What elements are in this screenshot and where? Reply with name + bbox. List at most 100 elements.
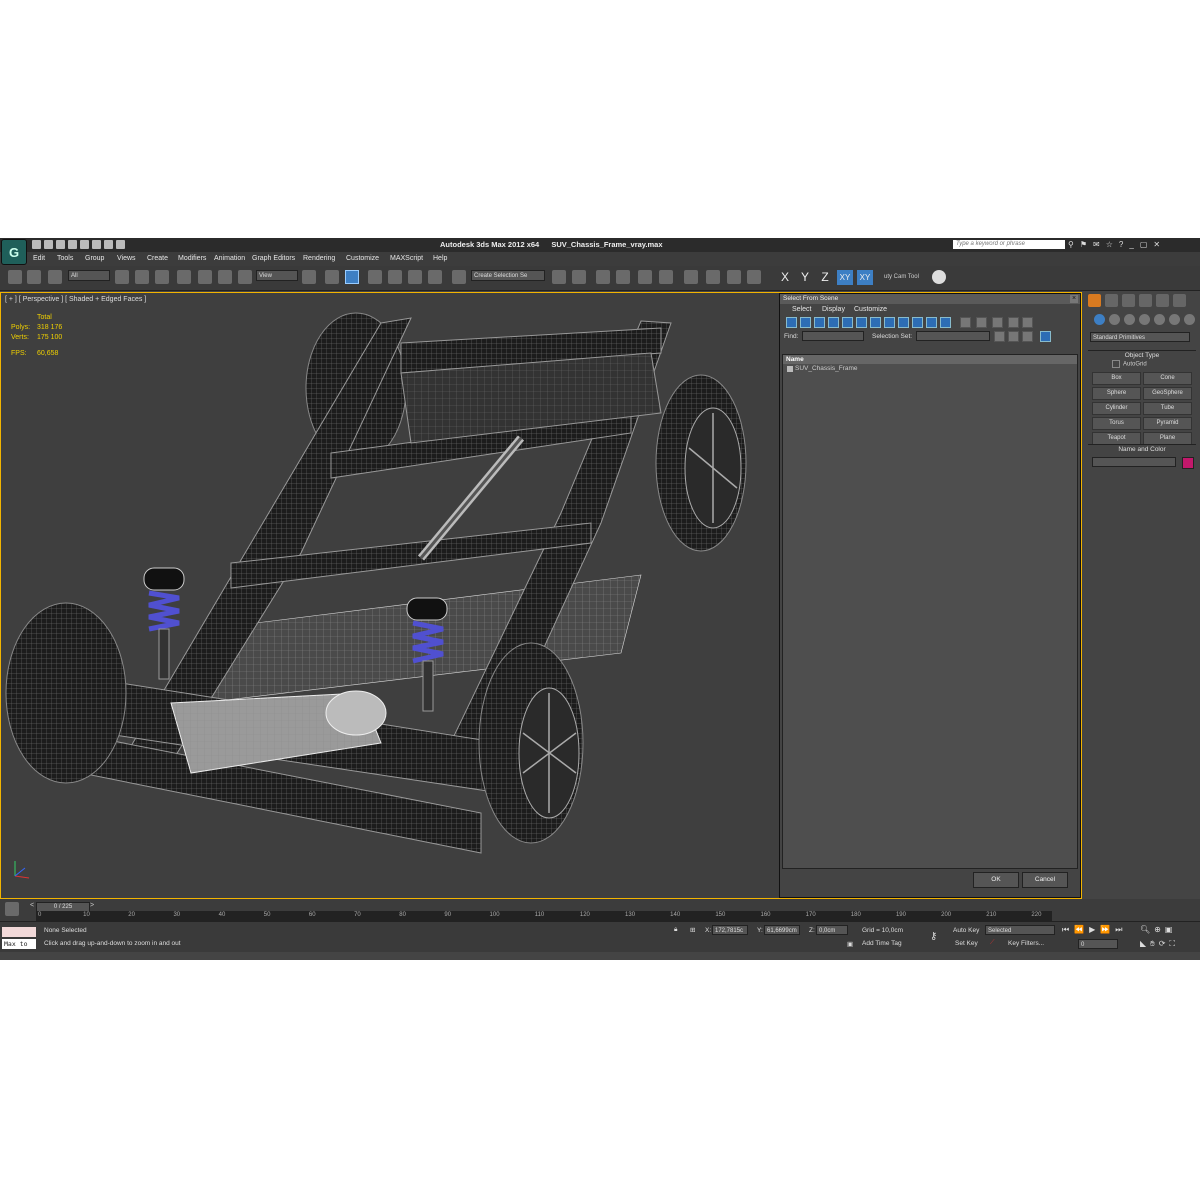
key-filters-button[interactable]: Key Filters... xyxy=(1008,940,1044,947)
render-production-icon[interactable] xyxy=(747,270,761,284)
maximize-viewport-icon[interactable]: ⛶ xyxy=(1169,939,1175,949)
display-containers-icon[interactable] xyxy=(912,317,923,328)
spinner-snap-icon[interactable] xyxy=(428,270,442,284)
cameras-category-icon[interactable] xyxy=(1139,314,1150,325)
display-hidden-icon[interactable] xyxy=(940,317,951,328)
app-logo-icon[interactable]: G xyxy=(1,239,27,265)
open-file-icon[interactable] xyxy=(44,240,53,249)
select-link-icon[interactable] xyxy=(8,270,22,284)
redo-icon[interactable] xyxy=(80,240,89,249)
layer-manager-icon[interactable] xyxy=(596,270,610,284)
menu-views[interactable]: Views xyxy=(117,255,136,262)
rectangular-selection-icon[interactable] xyxy=(155,270,169,284)
display-shapes-icon[interactable] xyxy=(800,317,811,328)
zoom-icon[interactable]: 🔍︎ xyxy=(1140,925,1150,934)
unlink-icon[interactable] xyxy=(27,270,41,284)
display-bones-icon[interactable] xyxy=(898,317,909,328)
column-name-header[interactable]: Name xyxy=(783,355,1077,364)
selection-set-dropdown[interactable] xyxy=(916,331,990,341)
autogrid-checkbox[interactable]: AutoGrid xyxy=(1088,360,1196,370)
hold-icon[interactable] xyxy=(92,240,101,249)
orbit-icon[interactable]: ⟳ xyxy=(1159,939,1166,949)
reference-coordinate-dropdown[interactable]: View xyxy=(256,270,298,281)
cancel-button[interactable]: Cancel xyxy=(1022,872,1068,888)
menu-edit[interactable]: Edit xyxy=(33,255,45,262)
help-icon[interactable]: ? xyxy=(1119,240,1123,249)
menu-modifiers[interactable]: Modifiers xyxy=(178,255,206,262)
undo-icon[interactable] xyxy=(68,240,77,249)
menu-create[interactable]: Create xyxy=(147,255,168,262)
key-mode-dropdown[interactable]: Selected xyxy=(985,925,1055,935)
maximize-icon[interactable]: ▢ xyxy=(1140,240,1148,249)
render-setup-icon[interactable] xyxy=(706,270,720,284)
tab-hierarchy-icon[interactable] xyxy=(1122,294,1135,307)
angle-snap-icon[interactable] xyxy=(388,270,402,284)
key-icon[interactable]: ⚷ xyxy=(930,931,937,942)
rotate-icon[interactable] xyxy=(218,270,232,284)
display-xrefs-icon[interactable] xyxy=(884,317,895,328)
cone-button[interactable]: Cone xyxy=(1143,372,1192,385)
pan-icon[interactable]: ✋︎ xyxy=(1150,939,1155,949)
material-editor-icon[interactable] xyxy=(684,270,698,284)
next-frame-icon[interactable]: ⏩ xyxy=(1100,925,1110,935)
binoculars-icon[interactable]: ⚲ xyxy=(1068,240,1074,249)
display-invert-icon[interactable] xyxy=(992,317,1003,328)
mirror-icon[interactable] xyxy=(552,270,566,284)
move-icon[interactable] xyxy=(198,270,212,284)
select-manipulate-icon[interactable] xyxy=(325,270,339,284)
absolute-mode-transform-icon[interactable]: ⊞ xyxy=(690,926,695,934)
filter-icon[interactable] xyxy=(1008,317,1019,328)
scene-object-list[interactable]: Name SUV_Chassis_Frame xyxy=(782,354,1078,869)
display-space-warps-icon[interactable] xyxy=(856,317,867,328)
menu-rendering[interactable]: Rendering xyxy=(303,255,335,262)
edit-named-selection-icon[interactable] xyxy=(452,270,466,284)
systems-category-icon[interactable] xyxy=(1184,314,1195,325)
keyboard-shortcut-override-icon[interactable] xyxy=(345,270,359,284)
current-frame-field[interactable]: 0 xyxy=(1078,939,1118,949)
mini-curve-editor-icon[interactable] xyxy=(5,902,19,916)
dialog-close-icon[interactable]: × xyxy=(1070,295,1078,303)
menu-help[interactable]: Help xyxy=(433,255,447,262)
list-item[interactable]: SUV_Chassis_Frame xyxy=(783,364,1077,374)
pyramid-button[interactable]: Pyramid xyxy=(1143,417,1192,430)
graphite-ribbon-icon[interactable] xyxy=(616,270,630,284)
infocenter-search-input[interactable]: Type a keyword or phrase xyxy=(953,240,1065,249)
plugin-toolbar-label[interactable]: uty Cam Tool xyxy=(884,274,919,280)
tab-create-icon[interactable] xyxy=(1088,294,1101,307)
display-geometry-icon[interactable] xyxy=(786,317,797,328)
save-file-icon[interactable] xyxy=(56,240,65,249)
axis-xy-cycle-button[interactable]: XY xyxy=(857,270,873,285)
named-selection-dropdown[interactable]: Create Selection Se xyxy=(471,270,545,281)
tab-display-icon[interactable] xyxy=(1156,294,1169,307)
pivot-center-icon[interactable] xyxy=(302,270,316,284)
tab-motion-icon[interactable] xyxy=(1139,294,1152,307)
maxscript-listener-output[interactable] xyxy=(2,927,36,937)
project-folder-icon[interactable] xyxy=(116,240,125,249)
field-of-view-icon[interactable]: ◣ xyxy=(1140,939,1146,949)
object-type-title[interactable]: Object Type xyxy=(1088,351,1196,360)
object-color-swatch[interactable] xyxy=(1182,457,1194,469)
sphere-button[interactable]: Sphere xyxy=(1092,387,1141,400)
primitive-category-dropdown[interactable]: Standard Primitives xyxy=(1090,332,1190,342)
display-lights-icon[interactable] xyxy=(814,317,825,328)
curve-editor-icon[interactable] xyxy=(638,270,652,284)
add-time-tag[interactable]: Add Time Tag xyxy=(862,940,902,947)
filter-options-icon[interactable] xyxy=(1022,317,1033,328)
name-and-color-title[interactable]: Name and Color xyxy=(1088,445,1196,454)
minimize-icon[interactable]: _ xyxy=(1129,240,1133,249)
dialog-menu-select[interactable]: Select xyxy=(792,306,811,313)
align-icon[interactable] xyxy=(572,270,586,284)
auto-key-button[interactable]: Auto Key xyxy=(953,927,979,934)
display-all-icon[interactable] xyxy=(960,317,971,328)
display-groups-icon[interactable] xyxy=(870,317,881,328)
go-to-end-icon[interactable]: ⏭ xyxy=(1115,925,1122,935)
close-icon[interactable]: ✕ xyxy=(1153,240,1160,249)
select-by-name-icon[interactable] xyxy=(135,270,149,284)
display-none-icon[interactable] xyxy=(976,317,987,328)
snaps-toggle-icon[interactable] xyxy=(368,270,382,284)
go-to-start-icon[interactable]: ⏮ xyxy=(1062,925,1069,935)
display-frozen-icon[interactable] xyxy=(926,317,937,328)
display-helpers-icon[interactable] xyxy=(842,317,853,328)
object-name-input[interactable] xyxy=(1092,457,1176,467)
axis-z-button[interactable]: Z xyxy=(817,270,833,285)
